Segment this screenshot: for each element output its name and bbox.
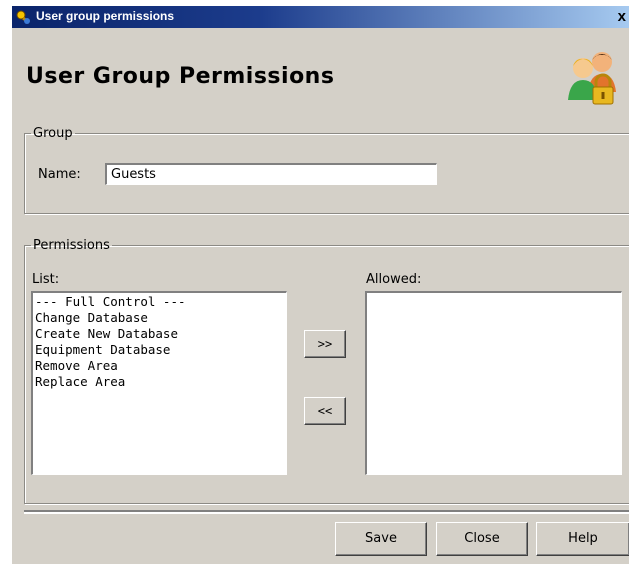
list-item[interactable]: Equipment Database: [35, 342, 284, 358]
dialog-window: User group permissions x User Group Perm…: [12, 6, 629, 564]
window-title: User group permissions: [36, 9, 175, 23]
permissions-legend: Permissions: [33, 238, 110, 253]
users-lock-icon: [568, 52, 616, 105]
help-button[interactable]: Help: [536, 522, 629, 556]
footer-separator: [24, 510, 629, 514]
name-input[interactable]: [105, 163, 437, 185]
group-legend: Group: [33, 126, 73, 141]
save-button[interactable]: Save: [335, 522, 427, 556]
available-permissions-list[interactable]: --- Full Control --- Change Database Creat…: [31, 291, 287, 475]
list-item[interactable]: Change Database: [35, 310, 284, 326]
list-item[interactable]: Remove Area: [35, 358, 284, 374]
list-item[interactable]: Replace Area: [35, 374, 284, 390]
add-permission-button[interactable]: >>: [304, 330, 346, 358]
page-title: User Group Permissions: [26, 64, 335, 89]
close-button[interactable]: Close: [436, 522, 528, 556]
app-key-icon: [16, 10, 30, 24]
list-item[interactable]: Create New Database: [35, 326, 284, 342]
remove-permission-button[interactable]: <<: [304, 397, 346, 425]
allowed-label: Allowed:: [366, 272, 422, 287]
allowed-permissions-list[interactable]: [365, 291, 622, 475]
list-label: List:: [32, 272, 60, 287]
list-item[interactable]: --- Full Control ---: [35, 294, 284, 310]
close-icon[interactable]: x: [618, 8, 626, 25]
name-label: Name:: [38, 167, 81, 182]
title-bar[interactable]: User group permissions x: [12, 6, 629, 28]
